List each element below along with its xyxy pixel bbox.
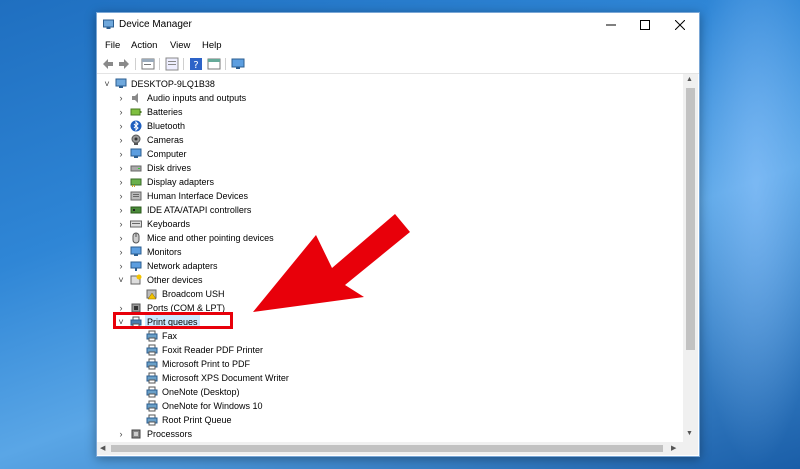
annotation-arrow [253,214,410,312]
annotation-arrow-shape [253,214,410,312]
